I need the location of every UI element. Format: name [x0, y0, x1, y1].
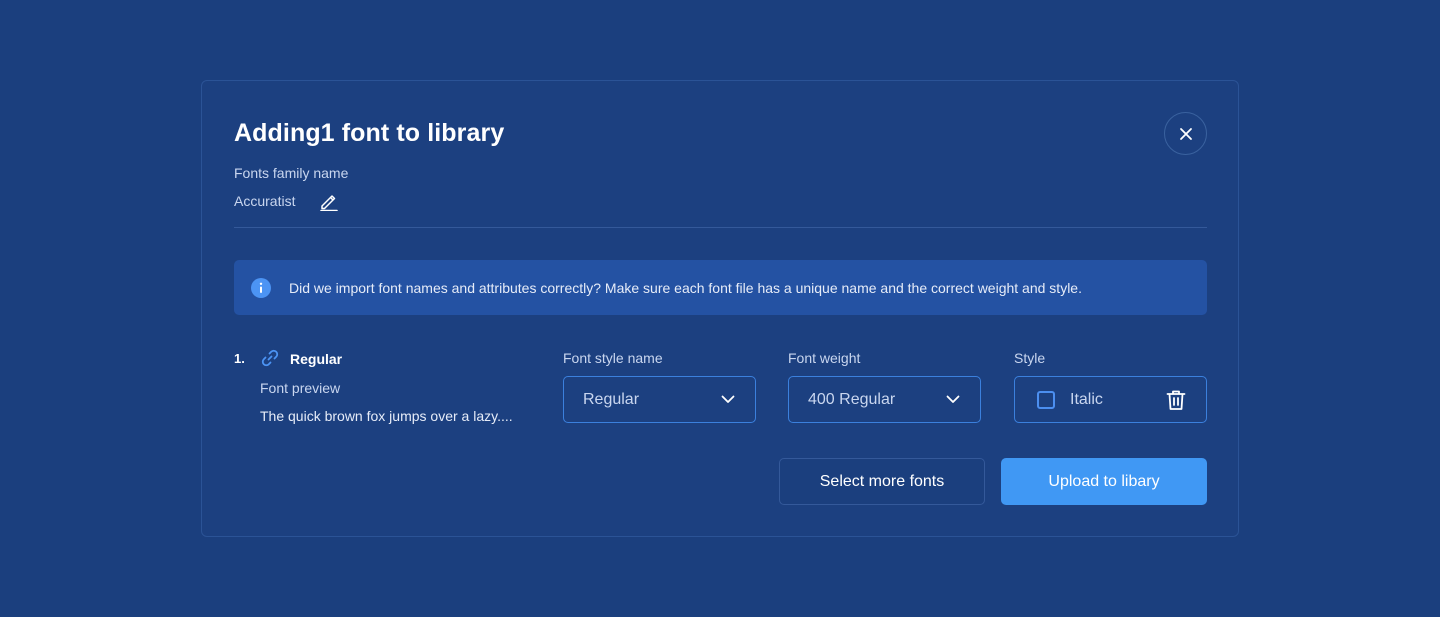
chevron-down-icon: [946, 395, 960, 403]
font-weight-label: Font weight: [788, 350, 861, 366]
font-preview-text: The quick brown fox jumps over a lazy...…: [260, 408, 513, 424]
close-button[interactable]: [1164, 112, 1207, 155]
font-style-name-value: Regular: [583, 390, 640, 408]
pencil-icon[interactable]: [319, 191, 339, 211]
font-preview-label: Font preview: [260, 380, 341, 396]
font-style-name-label: Font style name: [563, 350, 663, 366]
italic-checkbox[interactable]: [1037, 391, 1055, 409]
select-more-fonts-button[interactable]: Select more fonts: [779, 458, 985, 505]
family-name-label: Fonts family name: [234, 165, 349, 181]
row-index: 1.: [234, 351, 245, 366]
style-field: Italic: [1014, 376, 1207, 423]
chevron-down-icon: [721, 395, 735, 403]
info-text: Did we import font names and attributes …: [289, 279, 1082, 296]
font-weight-value: 400 Regular: [808, 390, 896, 408]
italic-label: Italic: [1070, 391, 1103, 408]
font-name: Regular: [290, 351, 343, 367]
upload-fonts-dialog: Adding1 font to library Fonts family nam…: [201, 80, 1239, 537]
dialog-title: Adding1 font to library: [234, 119, 505, 147]
font-weight-select[interactable]: 400 Regular: [788, 376, 981, 423]
divider: [234, 227, 1207, 228]
info-icon: [251, 277, 271, 298]
link-icon: [261, 349, 279, 367]
family-name-value: Accuratist: [234, 193, 296, 209]
upload-to-library-button[interactable]: Upload to libary: [1001, 458, 1207, 505]
close-icon: [1179, 127, 1192, 140]
font-style-name-select[interactable]: Regular: [563, 376, 756, 423]
trash-icon[interactable]: [1165, 389, 1187, 411]
info-banner: Did we import font names and attributes …: [234, 260, 1207, 315]
style-label: Style: [1014, 350, 1046, 366]
